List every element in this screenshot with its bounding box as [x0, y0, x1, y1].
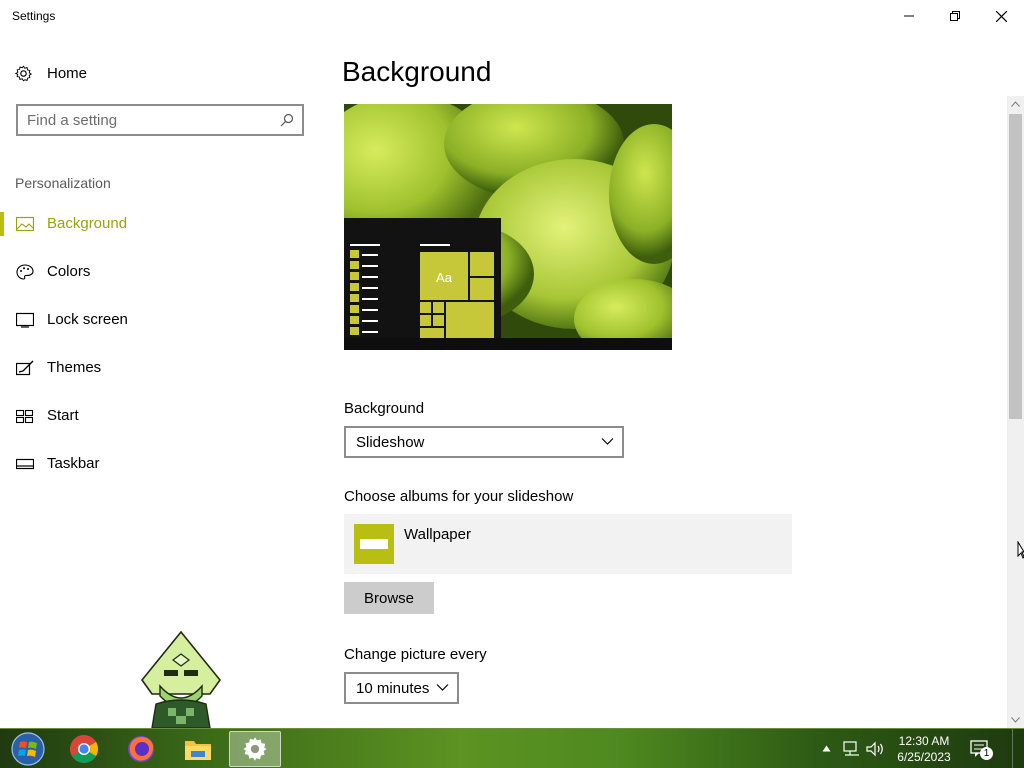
- close-icon: [995, 10, 1007, 22]
- taskbar-icon: [16, 458, 34, 470]
- themes-icon: [16, 360, 34, 376]
- system-clock[interactable]: 12:30 AM 6/25/2023: [888, 733, 960, 765]
- close-button[interactable]: [978, 0, 1024, 32]
- firefox-icon: [128, 736, 154, 762]
- volume-icon[interactable]: [866, 741, 886, 757]
- mouse-cursor-icon: [1017, 541, 1024, 559]
- chrome-icon: [70, 735, 98, 763]
- sidebar-item-label: Start: [47, 407, 79, 424]
- settings-gear-icon: [243, 737, 267, 761]
- background-type-label: Background: [344, 400, 425, 417]
- background-type-dropdown[interactable]: Slideshow: [344, 426, 624, 458]
- album-name: Wallpaper: [404, 526, 471, 543]
- minimize-icon: [904, 15, 914, 17]
- chevron-down-icon: [1011, 717, 1020, 723]
- start-button[interactable]: [2, 731, 54, 767]
- background-preview: Aa: [344, 104, 672, 350]
- sidebar-item-lock-screen[interactable]: Lock screen: [0, 300, 320, 340]
- sidebar-item-label: Taskbar: [47, 455, 100, 472]
- sidebar-item-taskbar[interactable]: Taskbar: [0, 444, 320, 484]
- chevron-down-icon: [436, 684, 449, 691]
- taskbar-app-chrome[interactable]: [58, 731, 110, 767]
- palette-icon: [16, 264, 34, 280]
- background-type-value: Slideshow: [356, 434, 425, 451]
- change-interval-dropdown[interactable]: 10 minutes: [344, 672, 459, 704]
- search-input[interactable]: [27, 111, 267, 129]
- album-wallpaper[interactable]: Wallpaper: [344, 514, 792, 574]
- active-indicator: [0, 212, 4, 236]
- albums-label: Choose albums for your slideshow: [344, 488, 574, 505]
- change-picture-label: Change picture every: [344, 646, 487, 663]
- clock-time: 12:30 AM: [898, 734, 950, 748]
- home-label: Home: [47, 64, 88, 82]
- minimize-button[interactable]: [886, 0, 932, 32]
- sidebar-item-themes[interactable]: Themes: [0, 348, 320, 388]
- start-orb-icon: [11, 732, 45, 766]
- page-title: Background: [342, 56, 492, 87]
- file-explorer-icon: [185, 741, 211, 760]
- taskbar-app-settings[interactable]: [229, 731, 281, 767]
- action-center-button[interactable]: 1: [970, 738, 994, 760]
- change-interval-value: 10 minutes: [356, 680, 430, 697]
- folder-icon: [354, 524, 394, 564]
- search-box[interactable]: [16, 104, 304, 136]
- show-desktop-button[interactable]: [1012, 729, 1024, 768]
- sidebar-item-label: Themes: [47, 359, 102, 376]
- scroll-down-button[interactable]: [1007, 712, 1024, 728]
- notification-count-badge: 1: [980, 747, 993, 760]
- taskbar-app-file-explorer[interactable]: [172, 731, 224, 767]
- chevron-down-icon: [601, 438, 614, 445]
- sidebar-item-label: Colors: [47, 263, 91, 280]
- show-hidden-icons-icon[interactable]: [822, 745, 831, 752]
- search-icon[interactable]: [280, 113, 294, 127]
- scroll-up-button[interactable]: [1007, 96, 1024, 112]
- preview-tile-text: Aa: [436, 270, 453, 285]
- taskbar: 12:30 AM 6/25/2023 1: [0, 728, 1024, 768]
- home-link[interactable]: Home: [15, 62, 87, 84]
- title-bar: Settings: [0, 0, 1024, 32]
- sidebar-item-background[interactable]: Background: [0, 204, 320, 244]
- section-label: Personalization: [15, 175, 111, 191]
- picture-icon: [16, 216, 34, 232]
- start-icon: [16, 409, 34, 424]
- sidebar-item-start[interactable]: Start: [0, 396, 320, 436]
- scrollbar-thumb[interactable]: [1009, 114, 1022, 419]
- vertical-scrollbar[interactable]: [1007, 96, 1024, 728]
- restore-button[interactable]: [932, 0, 978, 32]
- taskbar-app-firefox[interactable]: [115, 731, 167, 767]
- sidebar-item-label: Lock screen: [47, 311, 128, 328]
- gear-icon: [15, 64, 32, 81]
- network-icon[interactable]: [843, 741, 861, 757]
- sidebar-item-label: Background: [47, 215, 128, 232]
- chevron-up-icon: [1011, 101, 1020, 107]
- app-title: Settings: [12, 9, 56, 23]
- clock-date: 6/25/2023: [897, 750, 951, 764]
- sidebar-item-colors[interactable]: Colors: [0, 252, 320, 292]
- lock-screen-icon: [16, 312, 34, 328]
- restore-icon: [950, 11, 960, 21]
- browse-button[interactable]: Browse: [344, 582, 434, 614]
- mascot-sticker: [140, 630, 222, 728]
